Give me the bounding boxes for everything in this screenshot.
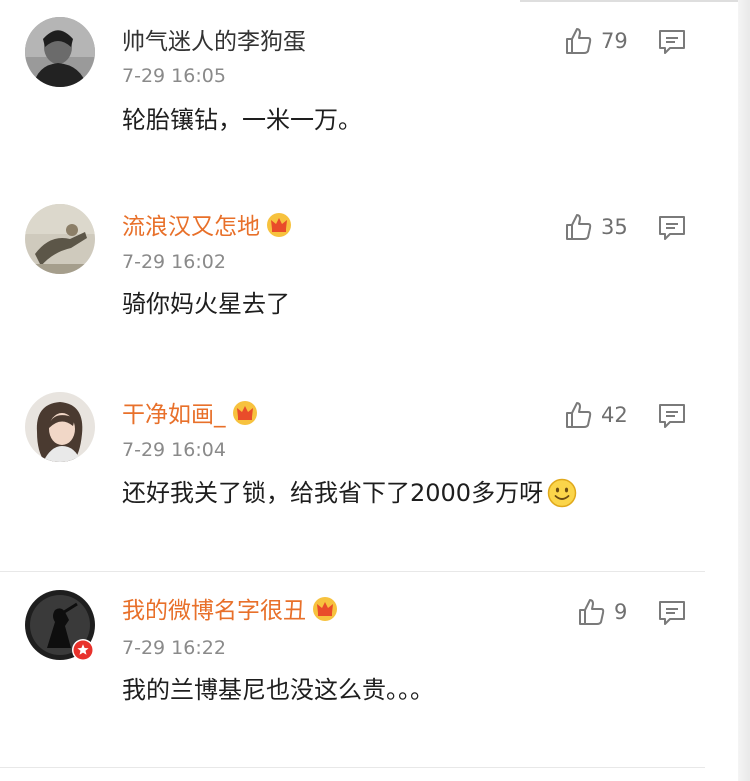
comment-item: 干净如画_ 7-29 16:04 还好我关了锁，给我省下了2000多万呀 42	[0, 373, 738, 568]
comment-divider	[0, 767, 705, 768]
comment-item: 流浪汉又怎地 7-29 16:02 骑你妈火星去了 35	[0, 185, 738, 370]
username-text: 干净如画_	[122, 402, 226, 428]
right-edge-strip	[738, 0, 750, 781]
comment-item: 帅气迷人的李狗蛋 7-29 16:05 轮胎镶钻，一米一万。 79	[0, 0, 738, 180]
comment-text: 还好我关了锁，给我省下了2000多万呀	[122, 477, 577, 509]
thumbs-up-icon	[566, 402, 592, 428]
like-button[interactable]: 9	[576, 597, 627, 627]
username[interactable]: 流浪汉又怎地	[122, 212, 292, 242]
verified-badge-icon	[73, 640, 93, 660]
like-button[interactable]: 42	[563, 400, 628, 430]
thumbs-up-icon	[566, 214, 592, 240]
reply-icon[interactable]	[658, 215, 686, 241]
thumbs-up-icon	[579, 599, 605, 625]
comment-text: 轮胎镶钻，一米一万。	[122, 106, 362, 134]
comment-text-body: 还好我关了锁，给我省下了2000多万呀	[122, 479, 544, 507]
username[interactable]: 干净如画_	[122, 400, 258, 430]
crown-icon	[232, 401, 257, 425]
timestamp: 7-29 16:04	[122, 439, 226, 461]
comment-list-screen: 帅气迷人的李狗蛋 7-29 16:05 轮胎镶钻，一米一万。 79 流浪汉又怎地…	[0, 0, 750, 781]
comment-text: 骑你妈火星去了	[122, 290, 290, 318]
crown-icon	[313, 597, 337, 621]
thumbs-up-icon	[566, 28, 592, 54]
reply-icon[interactable]	[658, 403, 686, 429]
username-text: 流浪汉又怎地	[122, 214, 260, 240]
comment-item: 我的微博名字很丑 7-29 16:22 我的兰博基尼也没这么贵。。。 9	[0, 572, 738, 767]
timestamp: 7-29 16:05	[122, 65, 226, 87]
like-button[interactable]: 79	[563, 26, 628, 56]
like-count: 42	[601, 403, 628, 427]
username-text: 我的微博名字很丑	[122, 598, 306, 624]
verified-badge	[72, 639, 94, 661]
avatar[interactable]	[25, 204, 95, 274]
timestamp: 7-29 16:02	[122, 251, 226, 273]
timestamp: 7-29 16:22	[122, 637, 226, 659]
avatar[interactable]	[25, 17, 95, 87]
crown-icon	[267, 213, 291, 237]
reply-icon[interactable]	[658, 29, 686, 55]
like-count: 9	[614, 600, 628, 624]
comment-text: 我的兰博基尼也没这么贵。。。	[122, 676, 434, 704]
like-count: 79	[601, 29, 628, 53]
like-count: 35	[601, 215, 628, 239]
smile-emoji	[547, 478, 577, 508]
like-button[interactable]: 35	[563, 212, 628, 242]
username[interactable]: 帅气迷人的李狗蛋	[122, 27, 306, 57]
username[interactable]: 我的微博名字很丑	[122, 596, 338, 626]
avatar[interactable]	[25, 392, 95, 462]
reply-icon[interactable]	[658, 600, 686, 626]
